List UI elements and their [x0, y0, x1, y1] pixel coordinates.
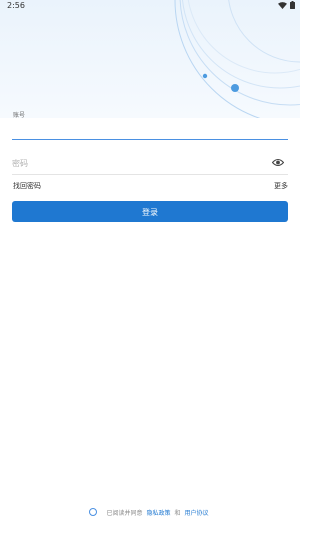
password-field-row — [12, 153, 288, 175]
privacy-policy-link[interactable]: 隐私政策 — [146, 508, 170, 517]
terms-link[interactable]: 用户协议 — [185, 508, 209, 517]
forgot-password-link[interactable]: 找回密码 — [13, 181, 41, 191]
battery-icon — [290, 1, 295, 9]
login-button[interactable]: 登录 — [12, 201, 288, 222]
password-input[interactable] — [12, 155, 262, 171]
status-time: 2:56 — [7, 1, 25, 10]
radio-circle-icon[interactable] — [89, 508, 98, 516]
status-bar: 2:56 — [0, 0, 300, 14]
agreement-row: 已阅读并同意 隐私政策 和 用户协议 — [0, 506, 300, 518]
agreement-prefix-text: 已阅读并同意 — [106, 509, 143, 517]
status-icons — [278, 1, 295, 9]
eye-icon[interactable] — [272, 158, 284, 167]
agreement-conjunction: 和 — [174, 509, 181, 517]
wifi-icon — [278, 1, 287, 9]
account-input[interactable] — [12, 118, 288, 140]
header-decoration-circles — [174, 0, 300, 118]
more-link[interactable]: 更多 — [274, 181, 288, 191]
